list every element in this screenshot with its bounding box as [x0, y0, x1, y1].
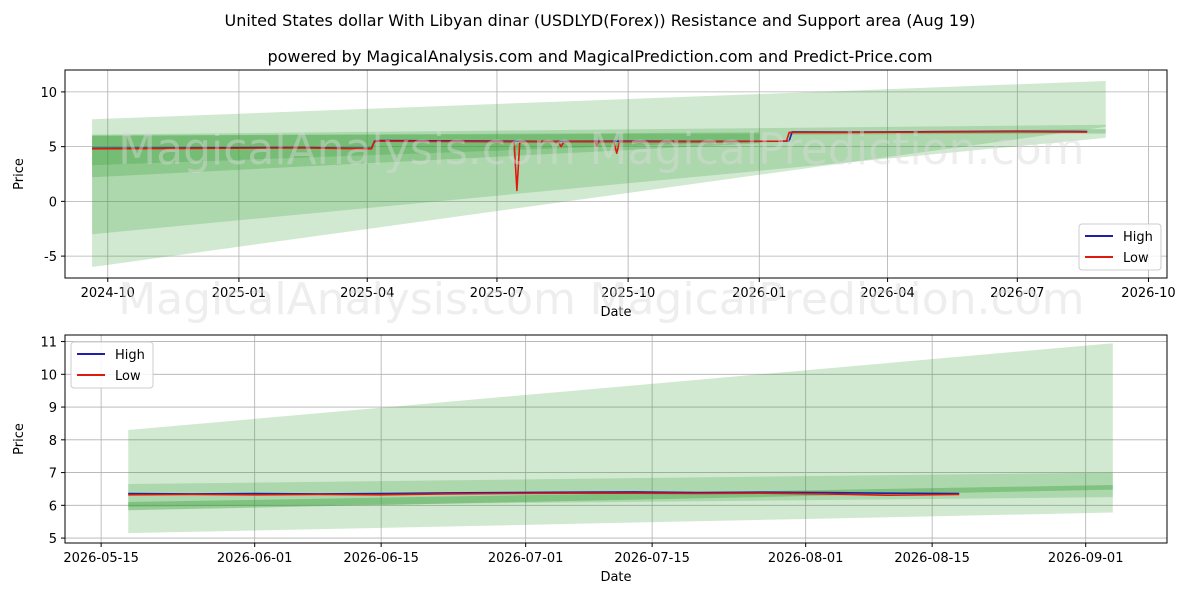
x-tick-label: 2026-05-15	[63, 551, 139, 566]
y-tick-label: 5	[49, 141, 57, 156]
legend: High Low	[1078, 223, 1162, 271]
x-axis-label: Date	[600, 570, 631, 585]
y-tick-label: 10	[40, 368, 57, 383]
watermark-text: MagicalPrediction.com	[590, 124, 1085, 175]
y-tick-label: 0	[49, 195, 57, 210]
x-tick-label: 2026-06-01	[217, 551, 293, 566]
y-tick-label: 8	[49, 434, 57, 449]
watermark-text: MagicalPrediction.com	[590, 274, 1085, 325]
legend-label-low: Low	[115, 369, 141, 384]
chart-subtitle: powered by MagicalAnalysis.com and Magic…	[267, 47, 932, 66]
legend-label-high: High	[1123, 230, 1153, 245]
watermark-text: MagicalAnalysis.com	[118, 274, 576, 325]
y-tick-label: 6	[49, 499, 57, 514]
chart-title: United States dollar With Libyan dinar (…	[225, 11, 976, 30]
y-tick-label: -5	[44, 250, 57, 265]
legend-label-high: High	[115, 348, 145, 363]
band-group	[128, 343, 1113, 534]
y-tick-label: 5	[49, 532, 57, 547]
y-axis-label: Price	[12, 423, 27, 455]
chart-svg: United States dollar With Libyan dinar (…	[12, 11, 1176, 585]
y-tick-label: 9	[49, 401, 57, 416]
y-axis-label: Price	[12, 158, 27, 190]
x-tick-label: 2026-08-01	[768, 551, 844, 566]
bottom-panel: MagicalAnalysis.com MagicalPrediction.com…	[12, 274, 1168, 585]
legend-label-low: Low	[1123, 251, 1149, 266]
watermark-text: MagicalAnalysis.com	[118, 124, 576, 175]
x-tick-label: 2026-08-15	[894, 551, 970, 566]
y-tick-label: 10	[40, 86, 57, 101]
x-tick-label: 2026-10	[1121, 286, 1175, 301]
legend: High Low	[70, 341, 154, 389]
x-tick-label: 2026-09-01	[1048, 551, 1124, 566]
figure: United States dollar With Libyan dinar (…	[0, 0, 1200, 600]
x-tick-label: 2026-07-15	[614, 551, 690, 566]
x-tick-label: 2026-07-01	[488, 551, 564, 566]
y-tick-label: 11	[40, 336, 57, 351]
y-tick-label: 7	[49, 467, 57, 482]
x-tick-label: 2026-06-15	[343, 551, 419, 566]
